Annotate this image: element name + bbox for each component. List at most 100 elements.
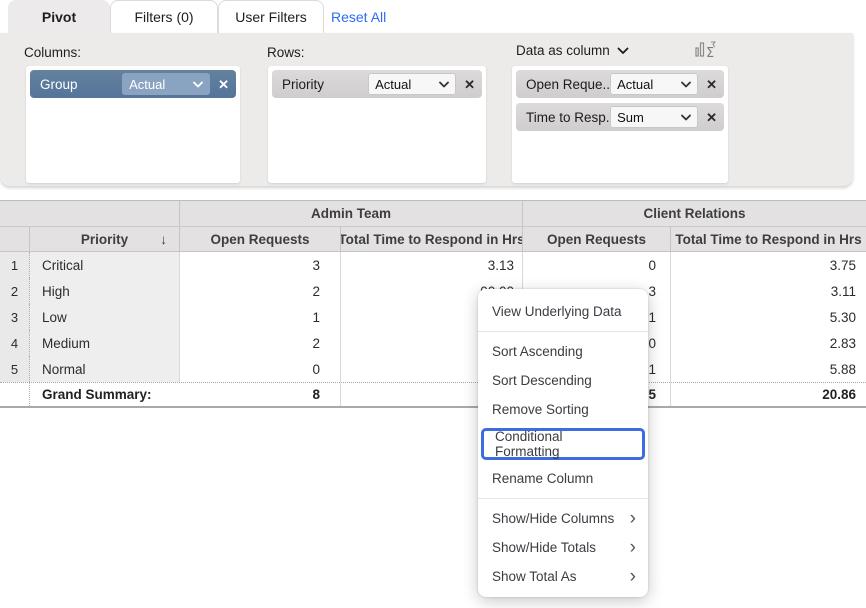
aggregate-value: Sum [617, 110, 644, 125]
priority-column-header[interactable]: Priority ↓ [30, 227, 180, 251]
remove-chip-icon[interactable]: ✕ [218, 78, 229, 91]
aggregate-value: Actual [617, 77, 653, 92]
summary-sigma-icon[interactable]: Σ [694, 39, 718, 66]
row-number: 2 [0, 278, 30, 304]
tab-pivot[interactable]: Pivot [8, 0, 110, 33]
aggregate-select[interactable]: Actual [368, 73, 456, 95]
priority-cell[interactable]: Normal [30, 356, 180, 382]
aggregate-select[interactable]: Sum [610, 106, 698, 128]
rows-label: Rows: [267, 45, 305, 60]
menu-divider [478, 498, 648, 499]
tab-bar: Pivot Filters (0) User Filters Reset All [0, 0, 866, 33]
pivot-table: Admin Team Client Relations Priority ↓ O… [0, 200, 866, 408]
conditional-formatting-highlight: Conditional Formatting [481, 428, 645, 460]
aggregate-select[interactable]: Actual [610, 73, 698, 95]
client-time-cell[interactable]: 5.88 [671, 356, 866, 382]
pivot-config-panel: Columns: Rows: Data as column Σ Group Ac… [0, 33, 853, 186]
chip-field-label: Time to Resp... [526, 110, 610, 125]
svg-text:Σ: Σ [706, 46, 714, 61]
submenu-arrow-icon: › [630, 567, 636, 586]
admin-open-cell[interactable]: 3 [180, 252, 341, 278]
column-context-menu: View Underlying Data Sort Ascending Sort… [478, 289, 648, 597]
menu-item-label: Show Total As [492, 569, 577, 584]
aggregate-select[interactable]: Actual [122, 73, 210, 95]
table-row: 5 Normal 0 1 5.88 [0, 356, 866, 382]
tab-user-filters[interactable]: User Filters [218, 0, 324, 33]
chip-field-label: Group [40, 77, 122, 92]
admin-open-cell[interactable]: 1 [180, 304, 341, 330]
sort-descending-icon[interactable]: ↓ [160, 232, 167, 247]
admin-time-cell[interactable]: 3.13 [341, 252, 523, 278]
data-dropzone[interactable]: Open Reque... Actual ✕ Time to Resp... S… [512, 66, 728, 183]
client-open-requests-header[interactable]: Open Requests [523, 227, 671, 251]
client-time-cell[interactable]: 5.30 [671, 304, 866, 330]
row-number: 3 [0, 304, 30, 330]
submenu-arrow-icon: › [630, 538, 636, 557]
menu-item-sort-ascending[interactable]: Sort Ascending [478, 337, 648, 366]
aggregate-value: Actual [129, 77, 165, 92]
row-number: 5 [0, 356, 30, 382]
submenu-arrow-icon: › [630, 509, 636, 528]
aggregate-value: Actual [375, 77, 411, 92]
chip-time-to-respond[interactable]: Time to Resp... Sum ✕ [516, 103, 724, 131]
grand-summary-row: Grand Summary: 8 5 20.86 [0, 382, 866, 408]
rows-dropzone[interactable]: Priority Actual ✕ [268, 66, 486, 183]
client-time-cell[interactable]: 2.83 [671, 330, 866, 356]
admin-open-cell[interactable]: 2 [180, 330, 341, 356]
client-total-time-header[interactable]: Total Time to Respond in Hrs [671, 227, 866, 251]
remove-chip-icon[interactable]: ✕ [464, 78, 475, 91]
row-number: 1 [0, 252, 30, 278]
client-time-cell[interactable]: 3.11 [671, 278, 866, 304]
admin-total-time-header[interactable]: Total Time to Respond in Hrs [341, 227, 523, 251]
client-time-cell[interactable]: 3.75 [671, 252, 866, 278]
chip-group[interactable]: Group Actual ✕ [30, 70, 236, 98]
chip-field-label: Priority [282, 77, 368, 92]
menu-item-show-hide-columns[interactable]: Show/Hide Columns › [478, 504, 648, 533]
group-header-client-relations[interactable]: Client Relations [523, 201, 866, 226]
chevron-down-icon [617, 47, 629, 55]
priority-cell[interactable]: Critical [30, 252, 180, 278]
remove-chip-icon[interactable]: ✕ [706, 78, 717, 91]
menu-item-show-total-as[interactable]: Show Total As › [478, 562, 648, 591]
admin-open-cell[interactable]: 0 [180, 356, 341, 382]
priority-cell[interactable]: Medium [30, 330, 180, 356]
group-header-admin-team[interactable]: Admin Team [180, 201, 523, 226]
grand-client-time: 20.86 [671, 383, 866, 406]
client-open-cell[interactable]: 0 [523, 252, 671, 278]
remove-chip-icon[interactable]: ✕ [706, 111, 717, 124]
menu-item-rename-column[interactable]: Rename Column [478, 464, 648, 493]
chip-priority[interactable]: Priority Actual ✕ [272, 70, 482, 98]
row-number: 4 [0, 330, 30, 356]
admin-open-cell[interactable]: 2 [180, 278, 341, 304]
menu-divider [478, 331, 648, 332]
menu-item-label: Remove Sorting [492, 402, 589, 417]
menu-item-label: Rename Column [492, 471, 593, 486]
menu-item-sort-descending[interactable]: Sort Descending [478, 366, 648, 395]
grand-summary-label: Grand Summary: [30, 383, 180, 406]
priority-cell[interactable]: High [30, 278, 180, 304]
row-number [0, 383, 30, 406]
menu-item-conditional-formatting[interactable]: Conditional Formatting [484, 431, 642, 457]
chevron-down-icon [681, 81, 691, 88]
table-row: 4 Medium 2 0 2.83 [0, 330, 866, 356]
table-row: 3 Low 1 1 5.30 [0, 304, 866, 330]
menu-item-label: Show/Hide Columns [492, 511, 614, 526]
chevron-down-icon [439, 81, 449, 88]
menu-item-label: Sort Descending [492, 373, 592, 388]
tab-filters[interactable]: Filters (0) [110, 0, 218, 33]
group-header-blank [0, 201, 180, 226]
columns-label: Columns: [24, 45, 81, 60]
chip-open-requests[interactable]: Open Reque... Actual ✕ [516, 70, 724, 98]
admin-open-requests-header[interactable]: Open Requests [180, 227, 341, 251]
data-as-column-dropdown[interactable]: Data as column [516, 43, 629, 58]
priority-header-label: Priority [81, 232, 128, 247]
table-row: 2 High 2 00.00 3 3.11 [0, 278, 866, 304]
menu-item-remove-sorting[interactable]: Remove Sorting [478, 395, 648, 424]
menu-item-view-underlying-data[interactable]: View Underlying Data [478, 297, 648, 326]
reset-all-link[interactable]: Reset All [331, 0, 386, 33]
menu-item-show-hide-totals[interactable]: Show/Hide Totals › [478, 533, 648, 562]
columns-dropzone[interactable]: Group Actual ✕ [26, 66, 240, 183]
priority-cell[interactable]: Low [30, 304, 180, 330]
menu-item-label: Show/Hide Totals [492, 540, 596, 555]
table-row: 1 Critical 3 3.13 0 3.75 [0, 252, 866, 278]
